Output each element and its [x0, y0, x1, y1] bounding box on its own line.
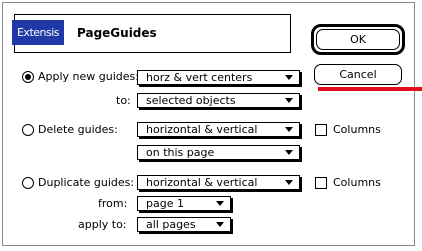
- delete-guides-radio[interactable]: [22, 124, 34, 136]
- delete-columns-label: Columns: [333, 123, 381, 136]
- duplicate-columns-label: Columns: [333, 176, 381, 189]
- popup-arrow-icon: [285, 98, 293, 103]
- ok-button[interactable]: OK: [316, 29, 400, 50]
- duplicate-from-label: from:: [98, 197, 128, 210]
- duplicate-apply-to-value: all pages: [146, 218, 196, 231]
- delete-scope-popup[interactable]: on this page: [137, 145, 300, 160]
- red-annotation-line: [318, 87, 422, 91]
- duplicate-guides-label: Duplicate guides:: [38, 176, 135, 189]
- duplicate-from-value: page 1: [146, 197, 184, 210]
- duplicate-guides-radio[interactable]: [22, 177, 34, 189]
- duplicate-guides-value: horizontal & vertical: [146, 176, 258, 189]
- apply-guides-popup[interactable]: horz & vert centers: [137, 70, 300, 85]
- duplicate-guides-popup[interactable]: horizontal & vertical: [137, 175, 300, 190]
- duplicate-apply-to-label: apply to:: [78, 218, 127, 231]
- cancel-button[interactable]: Cancel: [314, 64, 402, 85]
- delete-guides-label: Delete guides:: [38, 123, 118, 136]
- duplicate-apply-to-popup[interactable]: all pages: [137, 217, 231, 232]
- popup-arrow-icon: [216, 222, 224, 227]
- duplicate-columns-checkbox[interactable]: [315, 177, 327, 189]
- delete-guides-popup[interactable]: horizontal & vertical: [137, 122, 300, 137]
- popup-arrow-icon: [285, 75, 293, 80]
- delete-guides-value: horizontal & vertical: [146, 123, 258, 136]
- apply-to-value: selected objects: [146, 94, 236, 107]
- duplicate-from-popup[interactable]: page 1: [137, 196, 231, 211]
- popup-arrow-icon: [285, 127, 293, 132]
- apply-guides-radio[interactable]: [22, 71, 34, 83]
- apply-to-label: to:: [116, 94, 131, 107]
- dialog-title: PageGuides: [77, 26, 157, 40]
- apply-guides-label: Apply new guides:: [38, 70, 139, 83]
- delete-scope-value: on this page: [146, 146, 215, 159]
- apply-guides-value: horz & vert centers: [146, 71, 253, 84]
- popup-arrow-icon: [285, 180, 293, 185]
- extensis-logo: Extensis: [12, 20, 64, 45]
- apply-to-popup[interactable]: selected objects: [137, 93, 300, 108]
- popup-arrow-icon: [216, 201, 224, 206]
- delete-columns-checkbox[interactable]: [315, 124, 327, 136]
- popup-arrow-icon: [285, 150, 293, 155]
